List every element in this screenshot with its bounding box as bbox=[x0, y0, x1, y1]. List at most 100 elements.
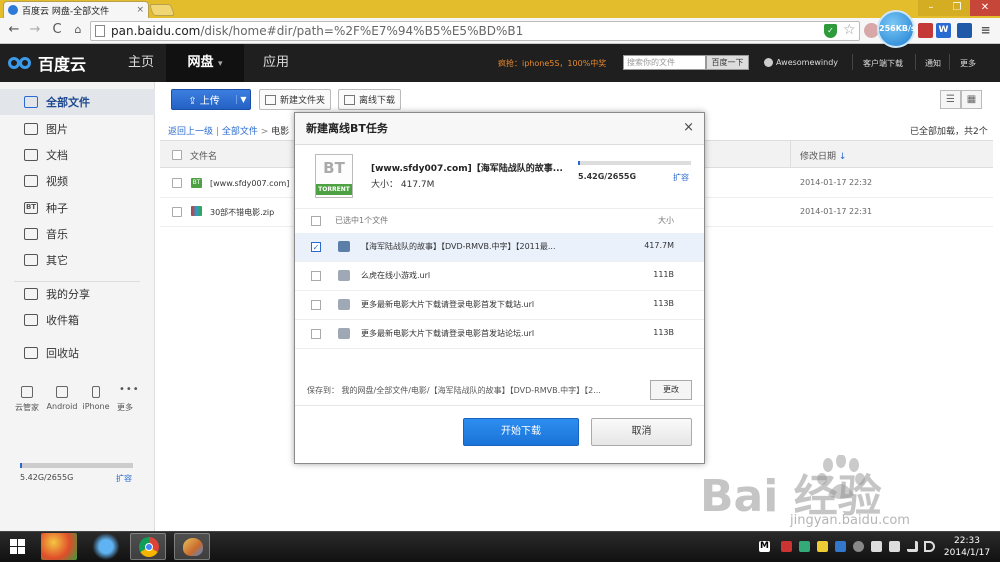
sidebar-item-documents[interactable]: 文档 bbox=[0, 142, 155, 168]
file-checkbox[interactable] bbox=[311, 300, 321, 310]
notify-link[interactable]: 通知 bbox=[925, 58, 941, 69]
nav-home[interactable]: 主页 bbox=[118, 44, 164, 82]
window-minimize-button[interactable]: – bbox=[918, 0, 944, 16]
home-icon[interactable]: ⌂ bbox=[70, 22, 86, 38]
client-download-link[interactable]: 客户端下载 bbox=[863, 58, 903, 69]
offline-download-button[interactable]: 离线下载 bbox=[338, 89, 402, 110]
file-checkbox[interactable] bbox=[311, 271, 321, 281]
dialog-close-icon[interactable]: × bbox=[683, 120, 694, 135]
breadcrumb-all-files-link[interactable]: 全部文件 bbox=[222, 127, 258, 137]
list-item[interactable]: 更多最新电影大片下载请登录电影首发下载站.url 113B bbox=[295, 291, 704, 320]
expand-storage-link[interactable]: 扩容 bbox=[116, 473, 132, 484]
back-arrow-icon[interactable]: ← bbox=[6, 22, 22, 38]
video-file-icon bbox=[338, 241, 350, 252]
window-close-button[interactable]: ✕ bbox=[970, 0, 1000, 16]
cancel-button[interactable]: 取消 bbox=[591, 418, 692, 446]
tray-m-icon[interactable]: M bbox=[759, 541, 770, 552]
list-item[interactable]: 更多最新电影大片下载请登录电影首发站论坛.url 113B bbox=[295, 320, 704, 349]
file-checkbox[interactable] bbox=[311, 329, 321, 339]
url-bar[interactable]: pan.baidu.com/disk/home#dir/path=%2F%E7%… bbox=[90, 21, 860, 41]
url-file-icon bbox=[338, 270, 350, 281]
tray-icon[interactable] bbox=[799, 541, 810, 552]
start-download-button[interactable]: 开始下载 bbox=[463, 418, 579, 446]
taskbar-clock[interactable]: 22:33 2014/1/17 bbox=[940, 535, 994, 559]
user-avatar-icon bbox=[764, 58, 773, 67]
promo-link[interactable]: 疯抢：iphone5S，100%中奖 bbox=[498, 58, 606, 69]
user-name[interactable]: Awesomewindy bbox=[776, 58, 838, 67]
row-checkbox[interactable] bbox=[172, 178, 182, 188]
reload-icon[interactable]: C bbox=[49, 22, 65, 38]
breadcrumb-back-link[interactable]: 返回上一级 bbox=[168, 127, 213, 137]
select-all-files-checkbox[interactable] bbox=[311, 216, 321, 226]
baidu-cloud-logo[interactable]: 百度云 bbox=[8, 51, 86, 75]
watermark-url: jingyan.baidu.com bbox=[790, 513, 910, 528]
sidebar-item-my-shares[interactable]: 我的分享 bbox=[0, 281, 155, 307]
upload-button[interactable]: ⇪ 上传 ▼ bbox=[171, 89, 251, 110]
windows-start-icon[interactable] bbox=[10, 539, 26, 555]
menu-icon[interactable]: ≡ bbox=[978, 23, 993, 38]
list-item[interactable]: ✓ 【海军陆战队的故事】【DVD-RMVB.中字】【2011最... 417.7… bbox=[295, 233, 704, 262]
cloud-icon bbox=[24, 96, 38, 108]
url-file-icon bbox=[338, 328, 350, 339]
nav-apps[interactable]: 应用 bbox=[253, 44, 299, 82]
chrome-icon-center bbox=[145, 543, 153, 551]
file-name: 更多最新电影大片下载请登录电影首发站论坛.url bbox=[361, 329, 535, 338]
flag-icon[interactable] bbox=[889, 541, 900, 552]
file-checkbox-checked[interactable]: ✓ bbox=[311, 242, 321, 252]
volume-icon[interactable] bbox=[924, 541, 935, 552]
sidebar-item-videos[interactable]: 视频 bbox=[0, 168, 155, 194]
device-more[interactable]: ••• 更多 bbox=[108, 385, 142, 413]
new-folder-button[interactable]: 新建文件夹 bbox=[259, 89, 332, 110]
search-button[interactable]: 百度一下 bbox=[706, 55, 749, 70]
flag-icon[interactable] bbox=[871, 541, 882, 552]
word-extension-icon[interactable]: W bbox=[936, 23, 951, 38]
security-shield-icon[interactable]: ✓ bbox=[824, 24, 837, 38]
dialog-file-list-header: 已选中1个文件 大小 bbox=[295, 208, 704, 232]
search-input[interactable]: 搜索你的文件 bbox=[623, 55, 706, 70]
file-name[interactable]: 30部不错电影.zip bbox=[210, 207, 274, 218]
column-modified-date[interactable]: 修改日期 ↓ bbox=[800, 149, 846, 162]
sidebar-item-torrents[interactable]: BT 种子 bbox=[0, 195, 155, 221]
sidebar-item-images[interactable]: 图片 bbox=[0, 116, 155, 142]
file-name[interactable]: [www.sfdy007.com]【 bbox=[210, 178, 297, 189]
file-name: 【海军陆战队的故事】【DVD-RMVB.中字】【2011最... bbox=[361, 242, 556, 251]
sidebar-item-all-files[interactable]: 全部文件 bbox=[0, 89, 155, 115]
file-date: 2014-01-17 22:31 bbox=[800, 207, 873, 216]
list-view-button[interactable]: ☰ bbox=[940, 90, 961, 109]
change-path-button[interactable]: 更改 bbox=[650, 380, 692, 400]
forward-arrow-icon[interactable]: → bbox=[27, 22, 43, 38]
list-item[interactable]: 么虎在线小游戏.url 111B bbox=[295, 262, 704, 291]
network-signal-icon[interactable] bbox=[907, 541, 918, 552]
tray-icon[interactable] bbox=[817, 541, 828, 552]
tray-icon[interactable] bbox=[835, 541, 846, 552]
row-checkbox[interactable] bbox=[172, 207, 182, 217]
extension-blue-icon[interactable] bbox=[957, 23, 972, 38]
bookmark-star-icon[interactable]: ☆ bbox=[843, 22, 856, 38]
select-all-checkbox[interactable] bbox=[172, 150, 182, 160]
device-cloud-manager[interactable]: 云管家 bbox=[10, 386, 44, 413]
paint-taskbar-button[interactable] bbox=[174, 533, 210, 560]
tray-icon[interactable] bbox=[853, 541, 864, 552]
speed-indicator[interactable]: 256KB/s bbox=[877, 10, 916, 48]
internet-explorer-icon[interactable] bbox=[88, 533, 124, 560]
dialog-expand-link[interactable]: 扩容 bbox=[673, 172, 689, 183]
sidebar-item-other[interactable]: 其它 bbox=[0, 247, 155, 273]
tray-icon[interactable] bbox=[781, 541, 792, 552]
capacity-text: 5.42G/2655G bbox=[578, 172, 637, 181]
tab-close-icon[interactable]: × bbox=[136, 5, 144, 15]
grid-view-button[interactable]: ▦ bbox=[961, 90, 982, 109]
browser-tab[interactable]: 百度云 网盘-全部文件 × bbox=[3, 1, 149, 18]
new-tab-button[interactable] bbox=[148, 4, 176, 16]
extension-red-icon[interactable] bbox=[918, 23, 933, 38]
more-menu[interactable]: 更多 bbox=[960, 58, 976, 69]
upload-dropdown-arrow-icon[interactable]: ▼ bbox=[236, 95, 250, 104]
sidebar-item-inbox[interactable]: 收件箱 bbox=[0, 307, 155, 333]
window-maximize-button[interactable]: ❐ bbox=[944, 0, 970, 16]
device-android[interactable]: Android bbox=[45, 386, 79, 411]
chrome-taskbar-button[interactable] bbox=[130, 533, 166, 560]
nav-disk[interactable]: 网盘 ▾ bbox=[166, 44, 244, 82]
column-filename[interactable]: 文件名 bbox=[190, 149, 217, 162]
sidebar-item-recycle-bin[interactable]: 回收站 bbox=[0, 340, 155, 366]
taskbar-app-icon[interactable] bbox=[41, 533, 77, 560]
sidebar-item-music[interactable]: 音乐 bbox=[0, 221, 155, 247]
